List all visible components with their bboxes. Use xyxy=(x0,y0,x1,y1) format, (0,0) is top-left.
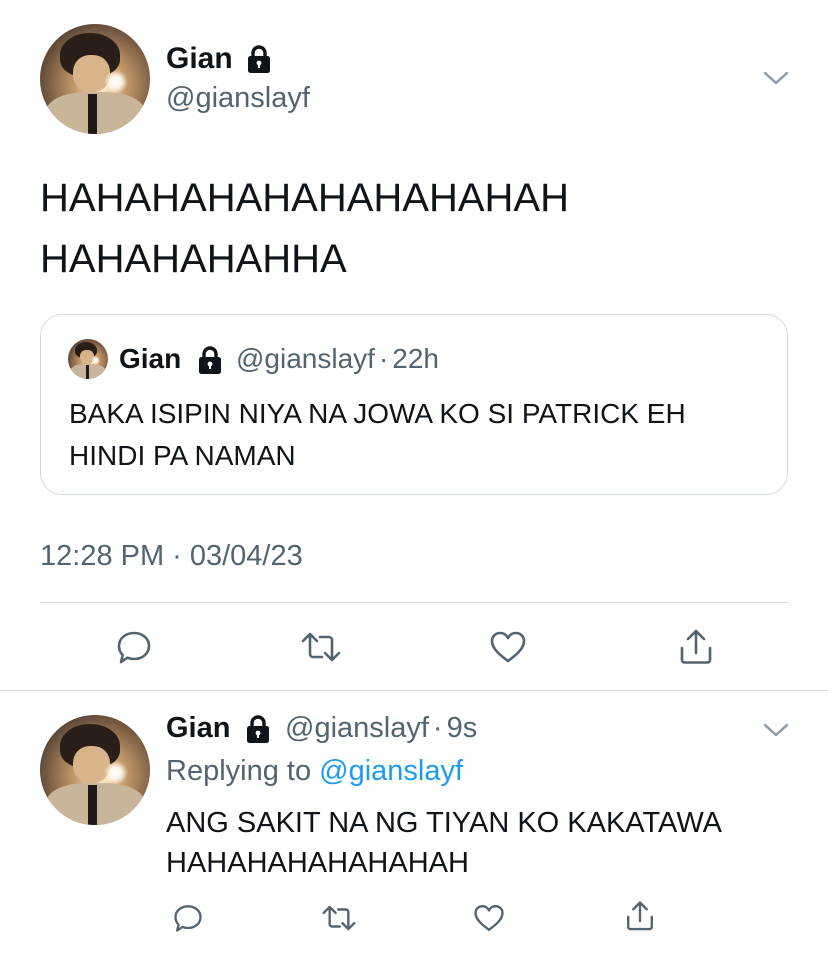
replying-to-label: Replying to xyxy=(166,755,312,787)
main-tweet-author-handle[interactable]: @gianslayf xyxy=(166,82,310,115)
reply-tweet-author-name[interactable]: Gian xyxy=(166,712,230,745)
tweet-timestamp[interactable]: 12:28 PM · 03/04/23 xyxy=(40,540,303,573)
replying-to: Replying to @gianslayf xyxy=(166,755,463,788)
quoted-tweet-author-name: Gian xyxy=(119,343,182,374)
retweet-button[interactable] xyxy=(319,898,359,938)
main-tweet-text: HAHAHAHAHAHAHAHAHAH HAHAHAHAHHA xyxy=(40,174,800,283)
quoted-tweet-age: 22h xyxy=(392,343,439,374)
main-tweet-avatar[interactable] xyxy=(40,24,150,134)
reply-button[interactable] xyxy=(111,626,157,668)
chevron-down-icon[interactable] xyxy=(762,68,790,88)
tweet-text-line: ANG SAKIT NA NG TIYAN KO KAKATAWA xyxy=(166,807,722,839)
retweet-button[interactable] xyxy=(298,626,344,668)
chevron-down-icon[interactable] xyxy=(762,720,790,740)
tweet-text-line: HAHAHAHAHHA xyxy=(40,237,347,281)
quoted-tweet-text: BAKA ISIPIN NIYA NA JOWA KO SI PATRICK E… xyxy=(69,393,686,477)
quoted-text-line: HINDI PA NAMAN xyxy=(69,440,296,471)
tweet-time: 12:28 PM xyxy=(40,540,165,572)
retweet-icon xyxy=(301,632,341,662)
quoted-text-line: BAKA ISIPIN NIYA NA JOWA KO SI PATRICK E… xyxy=(69,398,686,429)
replying-to-handle[interactable]: @gianslayf xyxy=(319,755,463,787)
reply-tweet-age: 9s xyxy=(446,712,478,744)
lock-icon xyxy=(248,45,270,73)
meta-separator: · xyxy=(378,343,389,374)
reply-tweet-handle[interactable]: @gianslayf xyxy=(285,712,429,744)
retweet-icon xyxy=(322,905,356,931)
timestamp-separator: · xyxy=(172,540,182,572)
tweet-text-line: HAHAHAHAHAHAHAHAHAH xyxy=(40,176,569,220)
tweet-text-line: HAHAHAHAHAHAHAH xyxy=(166,847,469,879)
lock-icon xyxy=(199,346,221,374)
reply-button[interactable] xyxy=(168,898,208,938)
like-button[interactable] xyxy=(469,898,509,938)
quoted-tweet-meta: @gianslayf · 22h xyxy=(236,343,439,375)
tweet-date: 03/04/23 xyxy=(189,540,303,572)
meta-separator: · xyxy=(432,712,443,744)
share-button[interactable] xyxy=(673,626,719,668)
like-button[interactable] xyxy=(485,626,531,668)
reply-tweet-text: ANG SAKIT NA NG TIYAN KO KAKATAWA HAHAHA… xyxy=(166,803,722,883)
share-button[interactable] xyxy=(620,896,660,936)
lock-icon xyxy=(247,715,269,743)
reply-tweet-avatar[interactable] xyxy=(40,715,150,825)
divider xyxy=(40,602,788,603)
reply-tweet-meta: @gianslayf · 9s xyxy=(285,712,477,745)
reply-icon xyxy=(174,905,202,932)
quoted-tweet-avatar xyxy=(68,339,108,379)
quoted-tweet-handle: @gianslayf xyxy=(236,343,375,374)
divider xyxy=(0,690,828,691)
share-icon xyxy=(680,629,712,664)
share-icon xyxy=(627,901,653,931)
like-icon xyxy=(490,631,526,663)
like-icon xyxy=(474,905,504,931)
quoted-tweet-card[interactable]: Gian @gianslayf · 22h BAKA ISIPIN NIYA NA … xyxy=(40,314,788,495)
main-tweet-author-name[interactable]: Gian xyxy=(166,42,233,76)
reply-icon xyxy=(117,631,151,664)
